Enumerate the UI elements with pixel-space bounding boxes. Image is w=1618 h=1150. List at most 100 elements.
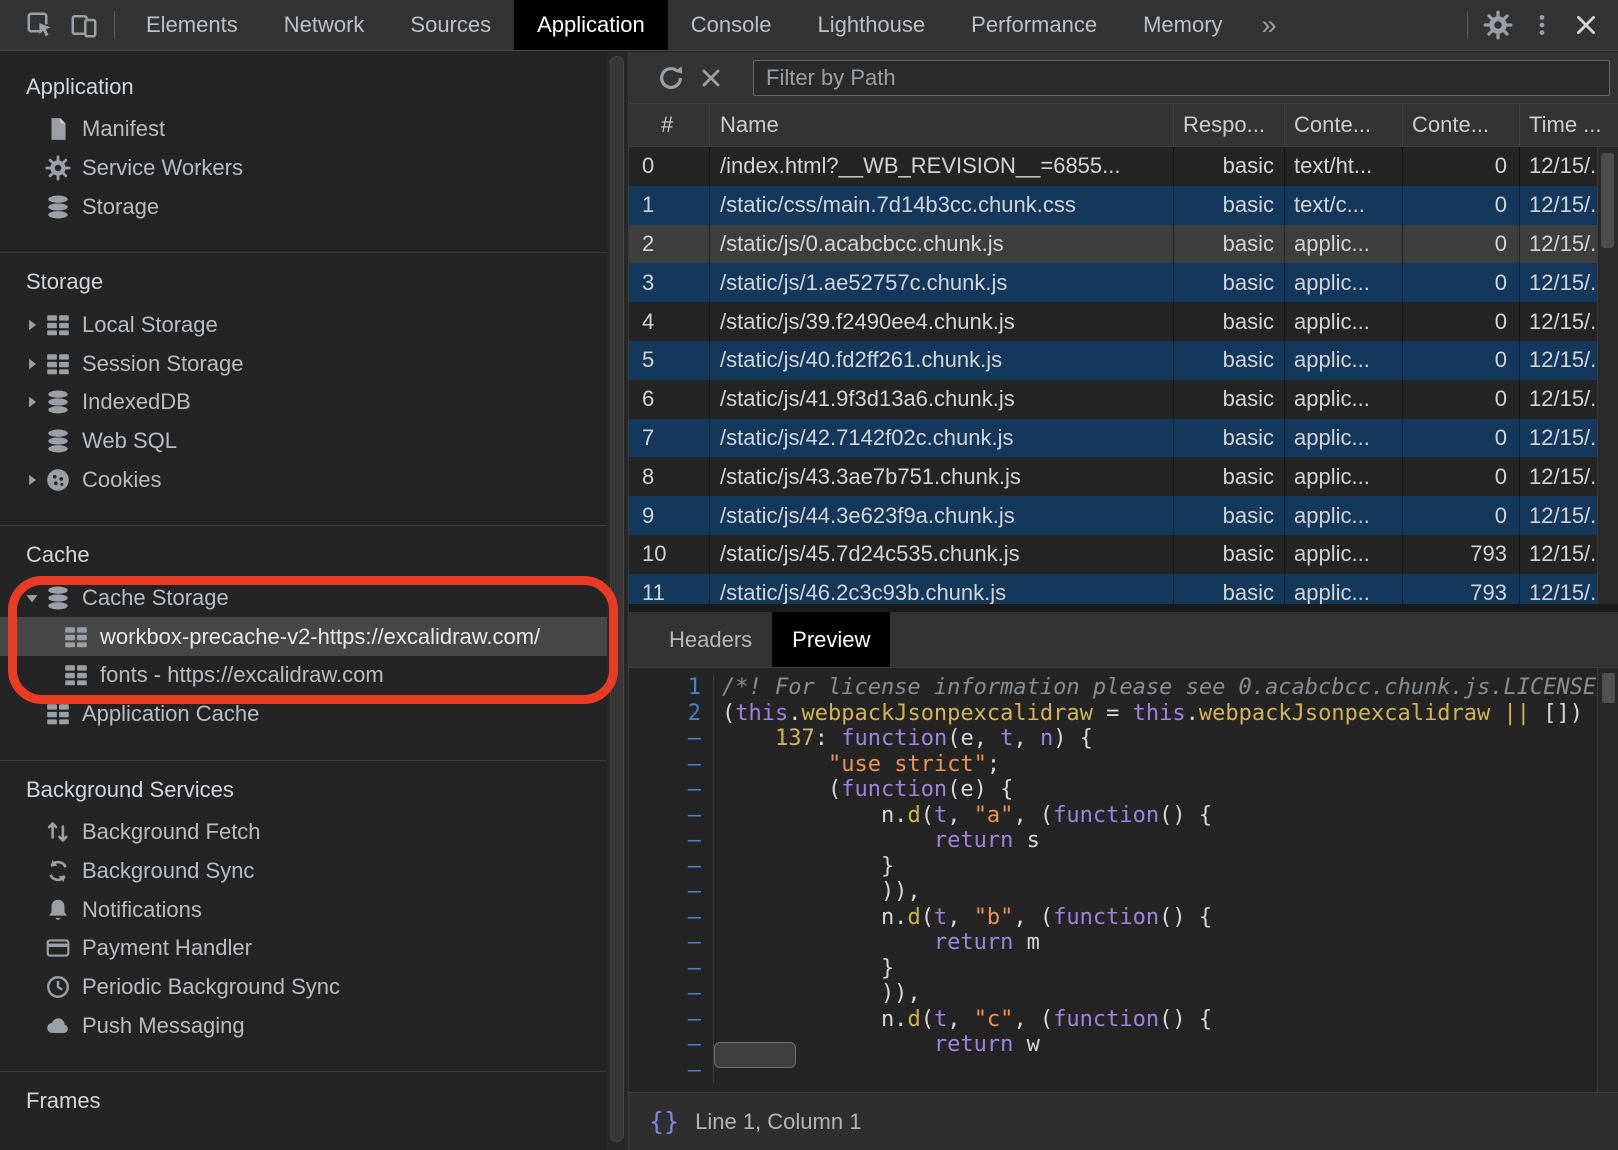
- code-line: 2 (this.webpackJsonpexcalidraw = this.we…: [629, 701, 1618, 727]
- tab-console[interactable]: Console: [668, 0, 795, 50]
- cache-entry-row[interactable]: 2 /static/js/0.acabcbcc.chunk.js basic a…: [629, 225, 1618, 264]
- cell-response-type: basic: [1174, 302, 1285, 341]
- cell-number: 0: [629, 147, 710, 186]
- sidebar-item-application-cache[interactable]: Application Cache: [0, 695, 607, 734]
- column-header-name[interactable]: Name: [710, 104, 1174, 146]
- cache-entry-row[interactable]: 8 /static/js/43.3ae7b751.chunk.js basic …: [629, 457, 1618, 496]
- cache-entry-row[interactable]: 3 /static/js/1.ae52757c.chunk.js basic a…: [629, 263, 1618, 302]
- tab-lighthouse[interactable]: Lighthouse: [794, 0, 948, 50]
- cell-content-type: applic...: [1285, 225, 1403, 264]
- sidebar-item-service-workers[interactable]: Service Workers: [0, 149, 607, 188]
- sidebar-item-cache-storage[interactable]: Cache Storage: [0, 578, 607, 617]
- cell-name: /index.html?__WB_REVISION__=6855...: [710, 147, 1174, 186]
- sidebar-item-periodic-background-sync[interactable]: Periodic Background Sync: [0, 968, 607, 1007]
- sidebar-item-session-storage[interactable]: Session Storage: [0, 344, 607, 383]
- sidebar-item-cookies[interactable]: Cookies: [0, 461, 607, 500]
- sidebar-scrollbar-thumb[interactable]: [610, 56, 624, 1142]
- tab-memory[interactable]: Memory: [1120, 0, 1245, 50]
- cache-entry-row[interactable]: 1 /static/css/main.7d14b3cc.chunk.css ba…: [629, 186, 1618, 225]
- clear-icon[interactable]: [691, 58, 731, 98]
- cell-content-type: applic...: [1285, 419, 1403, 458]
- cell-number: 10: [629, 535, 710, 574]
- cache-entry-row[interactable]: 10 /static/js/45.7d24c535.chunk.js basic…: [629, 535, 1618, 574]
- section-divider: [0, 760, 607, 761]
- toolbar-divider: [114, 11, 115, 39]
- column-header-response-type[interactable]: Respo...: [1174, 104, 1285, 146]
- cell-content-length: 793: [1403, 574, 1520, 604]
- disclosure-triangle-icon[interactable]: [25, 473, 45, 487]
- cell-content-length: 0: [1403, 341, 1520, 380]
- code-line-text: (function(e) {: [714, 777, 1013, 803]
- more-tabs-chevron-icon[interactable]: »: [1246, 0, 1293, 50]
- sidebar-section-title: Background Services: [0, 775, 607, 805]
- column-header-time[interactable]: Time ...: [1520, 104, 1618, 146]
- gear-icon[interactable]: [1476, 0, 1520, 50]
- panel-splitter[interactable]: [629, 604, 1618, 612]
- disclosure-triangle-icon[interactable]: [25, 318, 45, 332]
- cache-entry-row[interactable]: 0 /index.html?__WB_REVISION__=6855... ba…: [629, 147, 1618, 186]
- code-line-text: return s: [714, 828, 1040, 854]
- gutter-line-number: –: [629, 726, 714, 752]
- sidebar-item-label: Local Storage: [82, 312, 218, 338]
- sidebar-item-push-messaging[interactable]: Push Messaging: [0, 1007, 607, 1046]
- sidebar-item-web-sql[interactable]: Web SQL: [0, 422, 607, 461]
- cell-name: /static/js/41.9f3d13a6.chunk.js: [710, 380, 1174, 419]
- sidebar-item-background-sync[interactable]: Background Sync: [0, 851, 607, 890]
- cell-content-length: 0: [1403, 302, 1520, 341]
- inspect-icon[interactable]: [18, 0, 62, 50]
- code-scrollbar-vertical[interactable]: [1597, 668, 1618, 1092]
- sidebar-item-indexeddb[interactable]: IndexedDB: [0, 383, 607, 422]
- kebab-menu-icon[interactable]: [1520, 0, 1564, 50]
- disclosure-triangle-icon[interactable]: [25, 395, 45, 409]
- cache-entry-row[interactable]: 6 /static/js/41.9f3d13a6.chunk.js basic …: [629, 380, 1618, 419]
- disclosure-triangle-icon[interactable]: [25, 591, 45, 605]
- sidebar-item-notifications[interactable]: Notifications: [0, 890, 607, 929]
- table-scrollbar[interactable]: [1597, 147, 1618, 604]
- cell-response-type: basic: [1174, 186, 1285, 225]
- cache-entry-row[interactable]: 9 /static/js/44.3e623f9a.chunk.js basic …: [629, 496, 1618, 535]
- sidebar-item-storage[interactable]: Storage: [0, 188, 607, 227]
- gutter-line-number: –: [629, 956, 714, 982]
- filter-by-path-input[interactable]: [753, 60, 1610, 96]
- column-header-content-type[interactable]: Conte...: [1285, 104, 1403, 146]
- tab-application[interactable]: Application: [514, 0, 668, 50]
- tab-performance[interactable]: Performance: [948, 0, 1120, 50]
- tab-network[interactable]: Network: [261, 0, 388, 50]
- table-scrollbar-thumb[interactable]: [1601, 153, 1614, 248]
- cache-entry-row[interactable]: 5 /static/js/40.fd2ff261.chunk.js basic …: [629, 341, 1618, 380]
- code-scrollbar-horizontal-thumb[interactable]: [714, 1042, 796, 1068]
- cell-response-type: basic: [1174, 574, 1285, 604]
- sidebar-item-label: Cookies: [82, 467, 161, 493]
- sidebar-item-fonts-https-excalidraw-com[interactable]: fonts - https://excalidraw.com: [0, 656, 607, 695]
- sidebar-item-workbox-precache-v2-https-excalidraw-com[interactable]: workbox-precache-v2-https://excalidraw.c…: [0, 617, 607, 656]
- cell-number: 2: [629, 225, 710, 264]
- sidebar-item-background-fetch[interactable]: Background Fetch: [0, 813, 607, 852]
- cell-content-type: applic...: [1285, 263, 1403, 302]
- cache-entry-row[interactable]: 7 /static/js/42.7142f02c.chunk.js basic …: [629, 419, 1618, 458]
- cell-number: 8: [629, 457, 710, 496]
- sidebar-scrollbar[interactable]: [607, 52, 628, 1150]
- tab-elements[interactable]: Elements: [123, 0, 261, 50]
- close-icon[interactable]: [1564, 0, 1608, 50]
- cache-entry-row[interactable]: 11 /static/js/46.2c3c93b.chunk.js basic …: [629, 574, 1618, 604]
- cell-name: /static/js/43.3ae7b751.chunk.js: [710, 457, 1174, 496]
- disclosure-triangle-icon[interactable]: [25, 357, 45, 371]
- refresh-icon[interactable]: [651, 58, 691, 98]
- column-header-number[interactable]: #: [629, 104, 710, 146]
- device-toolbar-icon[interactable]: [62, 0, 106, 50]
- cell-number: 11: [629, 574, 710, 604]
- tab-preview[interactable]: Preview: [772, 612, 890, 667]
- gutter-line-number: –: [629, 981, 714, 1007]
- code-scrollbar-vertical-thumb[interactable]: [1602, 673, 1615, 703]
- sidebar-item-payment-handler[interactable]: Payment Handler: [0, 929, 607, 968]
- sidebar-item-local-storage[interactable]: Local Storage: [0, 305, 607, 344]
- sidebar-item-manifest[interactable]: Manifest: [0, 110, 607, 149]
- cell-name: /static/js/40.fd2ff261.chunk.js: [710, 341, 1174, 380]
- section-divider: [0, 252, 607, 253]
- column-header-content-length[interactable]: Conte...: [1403, 104, 1520, 146]
- cell-content-length: 0: [1403, 380, 1520, 419]
- gutter-line-number: –: [629, 752, 714, 778]
- tab-headers[interactable]: Headers: [649, 612, 772, 667]
- tab-sources[interactable]: Sources: [387, 0, 514, 50]
- cache-entry-row[interactable]: 4 /static/js/39.f2490ee4.chunk.js basic …: [629, 302, 1618, 341]
